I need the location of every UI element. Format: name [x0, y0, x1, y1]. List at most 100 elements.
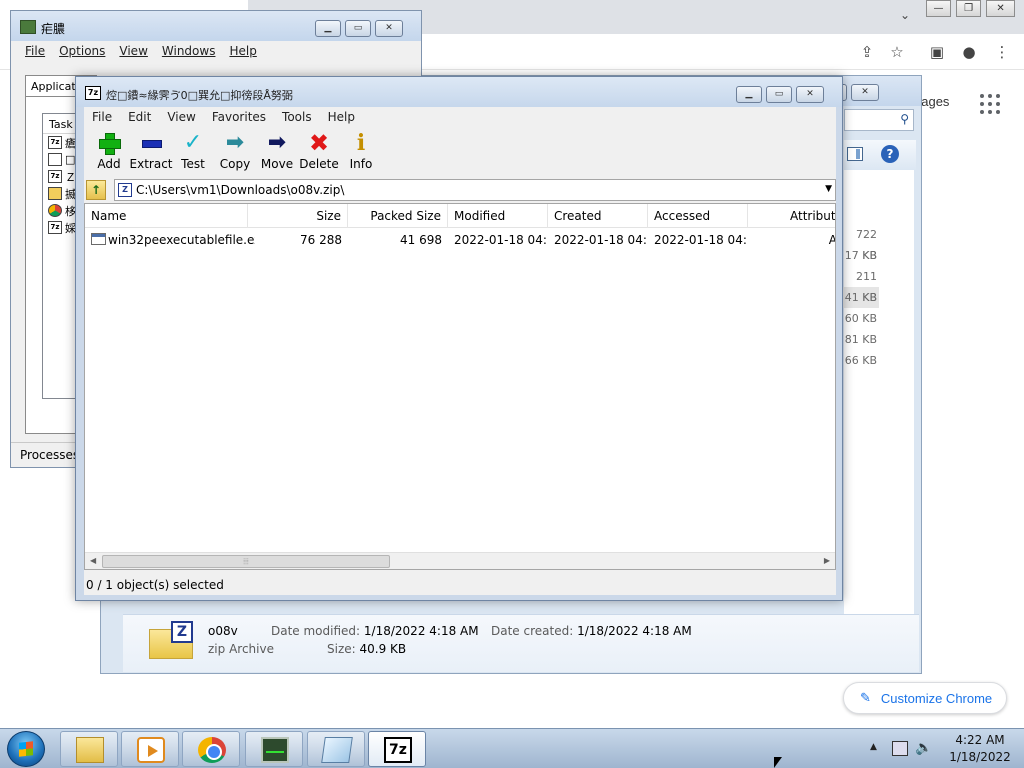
- file-size[interactable]: 722 KB: [841, 224, 879, 262]
- scroll-left-icon[interactable]: ◀: [90, 556, 96, 565]
- add-button[interactable]: Add: [88, 127, 130, 177]
- file-accessed-cell: 2022-01-18 04:17: [654, 233, 748, 247]
- 7zip-titlebar[interactable]: 7z 焢□鐨≈緣霁ゔ0□巽允□抑徬段Å努弼 ▁ ▭ ✕: [76, 77, 842, 107]
- menu-view[interactable]: View: [119, 44, 147, 58]
- taskbar-7zip-button[interactable]: 7z: [368, 731, 426, 767]
- column-packed-size[interactable]: Packed Size: [348, 204, 448, 228]
- notepad-icon: [48, 153, 62, 166]
- menu-help[interactable]: Help: [328, 110, 355, 124]
- move-arrow-icon: ➡: [267, 130, 287, 155]
- menu-file[interactable]: File: [25, 44, 45, 58]
- test-button[interactable]: ✓ Test: [172, 127, 214, 177]
- 7zip-restore-button[interactable]: ▭: [766, 86, 792, 103]
- google-apps-icon[interactable]: [978, 92, 1002, 116]
- tab-search-chevron-icon[interactable]: ⌄: [896, 8, 914, 26]
- bookmark-star-icon[interactable]: ☆: [887, 42, 907, 62]
- clock-time[interactable]: 4:22 AM: [940, 733, 1020, 747]
- clock-date[interactable]: 1/18/2022: [940, 750, 1020, 764]
- menu-file[interactable]: File: [92, 110, 112, 124]
- menu-tools[interactable]: Tools: [282, 110, 312, 124]
- side-panel-icon[interactable]: ▣: [927, 42, 947, 62]
- column-modified[interactable]: Modified: [448, 204, 548, 228]
- chrome-icon: [48, 204, 62, 217]
- test-check-icon: ✓: [183, 130, 203, 155]
- folder-up-icon[interactable]: ↑: [86, 180, 106, 200]
- delete-button[interactable]: ✖ Delete: [298, 127, 340, 177]
- file-size[interactable]: 17 KB: [841, 245, 879, 266]
- file-size[interactable]: 211 KB: [841, 266, 879, 304]
- explorer-close-button[interactable]: ✕: [851, 84, 879, 101]
- menu-help[interactable]: Help: [229, 44, 256, 58]
- scroll-right-icon[interactable]: ▶: [824, 556, 830, 565]
- column-size[interactable]: Size: [248, 204, 348, 228]
- taskbar-media-player-button[interactable]: [121, 731, 179, 767]
- 7zip-toolbar: Add Extract ✓ Test ➡ Copy ➡ Move ✖ Delet…: [84, 127, 836, 177]
- delete-x-icon: ✖: [308, 129, 330, 157]
- chrome-menu-icon[interactable]: ⋮: [992, 42, 1012, 62]
- column-accessed[interactable]: Accessed: [648, 204, 748, 228]
- details-pane: Z o08v zip Archive Date modified: 1/18/2…: [123, 614, 919, 672]
- address-combobox[interactable]: Z C:\Users\vm1\Downloads\o08v.zip\ ▼: [114, 179, 836, 201]
- media-player-icon: [137, 737, 165, 763]
- 7zip-status-bar: 0 / 1 object(s) selected: [86, 578, 224, 592]
- file-row[interactable]: win32peexecutablefile.exe 76 288 41 698 …: [85, 230, 835, 250]
- menu-edit[interactable]: Edit: [128, 110, 151, 124]
- explorer-size-column: 722 KB 17 KB 211 KB 41 KB 60 KB 81 KB 66…: [841, 224, 879, 371]
- tm-minimize-button[interactable]: ▁: [315, 20, 341, 37]
- scrollbar-thumb[interactable]: ⦙⦙⦙: [102, 555, 390, 568]
- menu-favorites[interactable]: Favorites: [212, 110, 266, 124]
- 7zip-close-button[interactable]: ✕: [796, 86, 824, 103]
- copy-button[interactable]: ➡ Copy: [214, 127, 256, 177]
- file-list: Name Size Packed Size Modified Created A…: [84, 203, 836, 570]
- share-icon[interactable]: ⇪: [857, 42, 877, 62]
- add-plus-icon: [97, 131, 121, 155]
- start-button[interactable]: [7, 731, 45, 767]
- info-button[interactable]: i Info: [340, 127, 382, 177]
- file-size[interactable]: 81 KB: [841, 329, 879, 350]
- file-size[interactable]: 66 KB: [841, 350, 879, 371]
- profile-avatar-icon[interactable]: ●: [959, 42, 979, 62]
- 7z-icon: 7z: [48, 136, 62, 149]
- file-size[interactable]: 60 KB: [841, 308, 879, 329]
- taskbar-explorer-button[interactable]: [60, 731, 118, 767]
- move-button[interactable]: ➡ Move: [256, 127, 298, 177]
- zip-archive-icon: Z: [149, 619, 193, 661]
- menu-windows[interactable]: Windows: [162, 44, 216, 58]
- copy-arrow-icon: ➡: [225, 130, 245, 155]
- network-icon[interactable]: [892, 741, 908, 756]
- column-attributes[interactable]: Attribute: [784, 204, 835, 228]
- task-manager-app-icon: [20, 20, 36, 34]
- column-created[interactable]: Created: [548, 204, 648, 228]
- info-icon: i: [356, 130, 366, 156]
- preview-pane-icon[interactable]: [847, 147, 863, 161]
- tm-close-button[interactable]: ✕: [375, 20, 403, 37]
- task-manager-titlebar[interactable]: 疟膿 ▁ ▭ ✕: [11, 11, 421, 41]
- extract-button[interactable]: Extract: [130, 127, 173, 177]
- pencil-icon: ✎: [860, 690, 871, 705]
- tm-maximize-button[interactable]: ▭: [345, 20, 371, 37]
- 7zip-client-area: File Edit View Favorites Tools Help Add …: [84, 107, 836, 595]
- address-row: ↑ Z C:\Users\vm1\Downloads\o08v.zip\ ▼: [84, 178, 836, 202]
- volume-icon[interactable]: 🔈: [915, 740, 932, 756]
- chrome-window-controls: — ❐ ✕: [926, 0, 1020, 18]
- restore-button[interactable]: ❐: [956, 0, 982, 17]
- taskbar-chrome-button[interactable]: [182, 731, 240, 767]
- task-manager-title: 疟膿: [41, 22, 66, 36]
- horizontal-scrollbar[interactable]: ◀ ⦙⦙⦙ ▶: [85, 552, 835, 569]
- taskbar-notepad-button[interactable]: [307, 731, 365, 767]
- 7zip-minimize-button[interactable]: ▁: [736, 86, 762, 103]
- file-size-selected[interactable]: 41 KB: [841, 287, 879, 308]
- 7zip-window: 7z 焢□鐨≈緣霁ゔ0□巽允□抑徬段Å努弼 ▁ ▭ ✕ File Edit Vi…: [75, 76, 843, 601]
- minimize-button[interactable]: —: [926, 0, 952, 17]
- column-name[interactable]: Name: [85, 204, 248, 228]
- dropdown-arrow-icon[interactable]: ▼: [825, 184, 832, 194]
- customize-chrome-button[interactable]: ✎ Customize Chrome: [843, 682, 1007, 714]
- close-button[interactable]: ✕: [986, 0, 1015, 17]
- explorer-search-input[interactable]: ⚲: [844, 109, 914, 131]
- task-manager-icon: [261, 737, 289, 763]
- menu-view[interactable]: View: [167, 110, 195, 124]
- taskbar-task-manager-button[interactable]: [245, 731, 303, 767]
- help-icon[interactable]: ?: [881, 145, 899, 163]
- menu-options[interactable]: Options: [59, 44, 105, 58]
- show-hidden-icons-icon[interactable]: ▲: [870, 742, 877, 752]
